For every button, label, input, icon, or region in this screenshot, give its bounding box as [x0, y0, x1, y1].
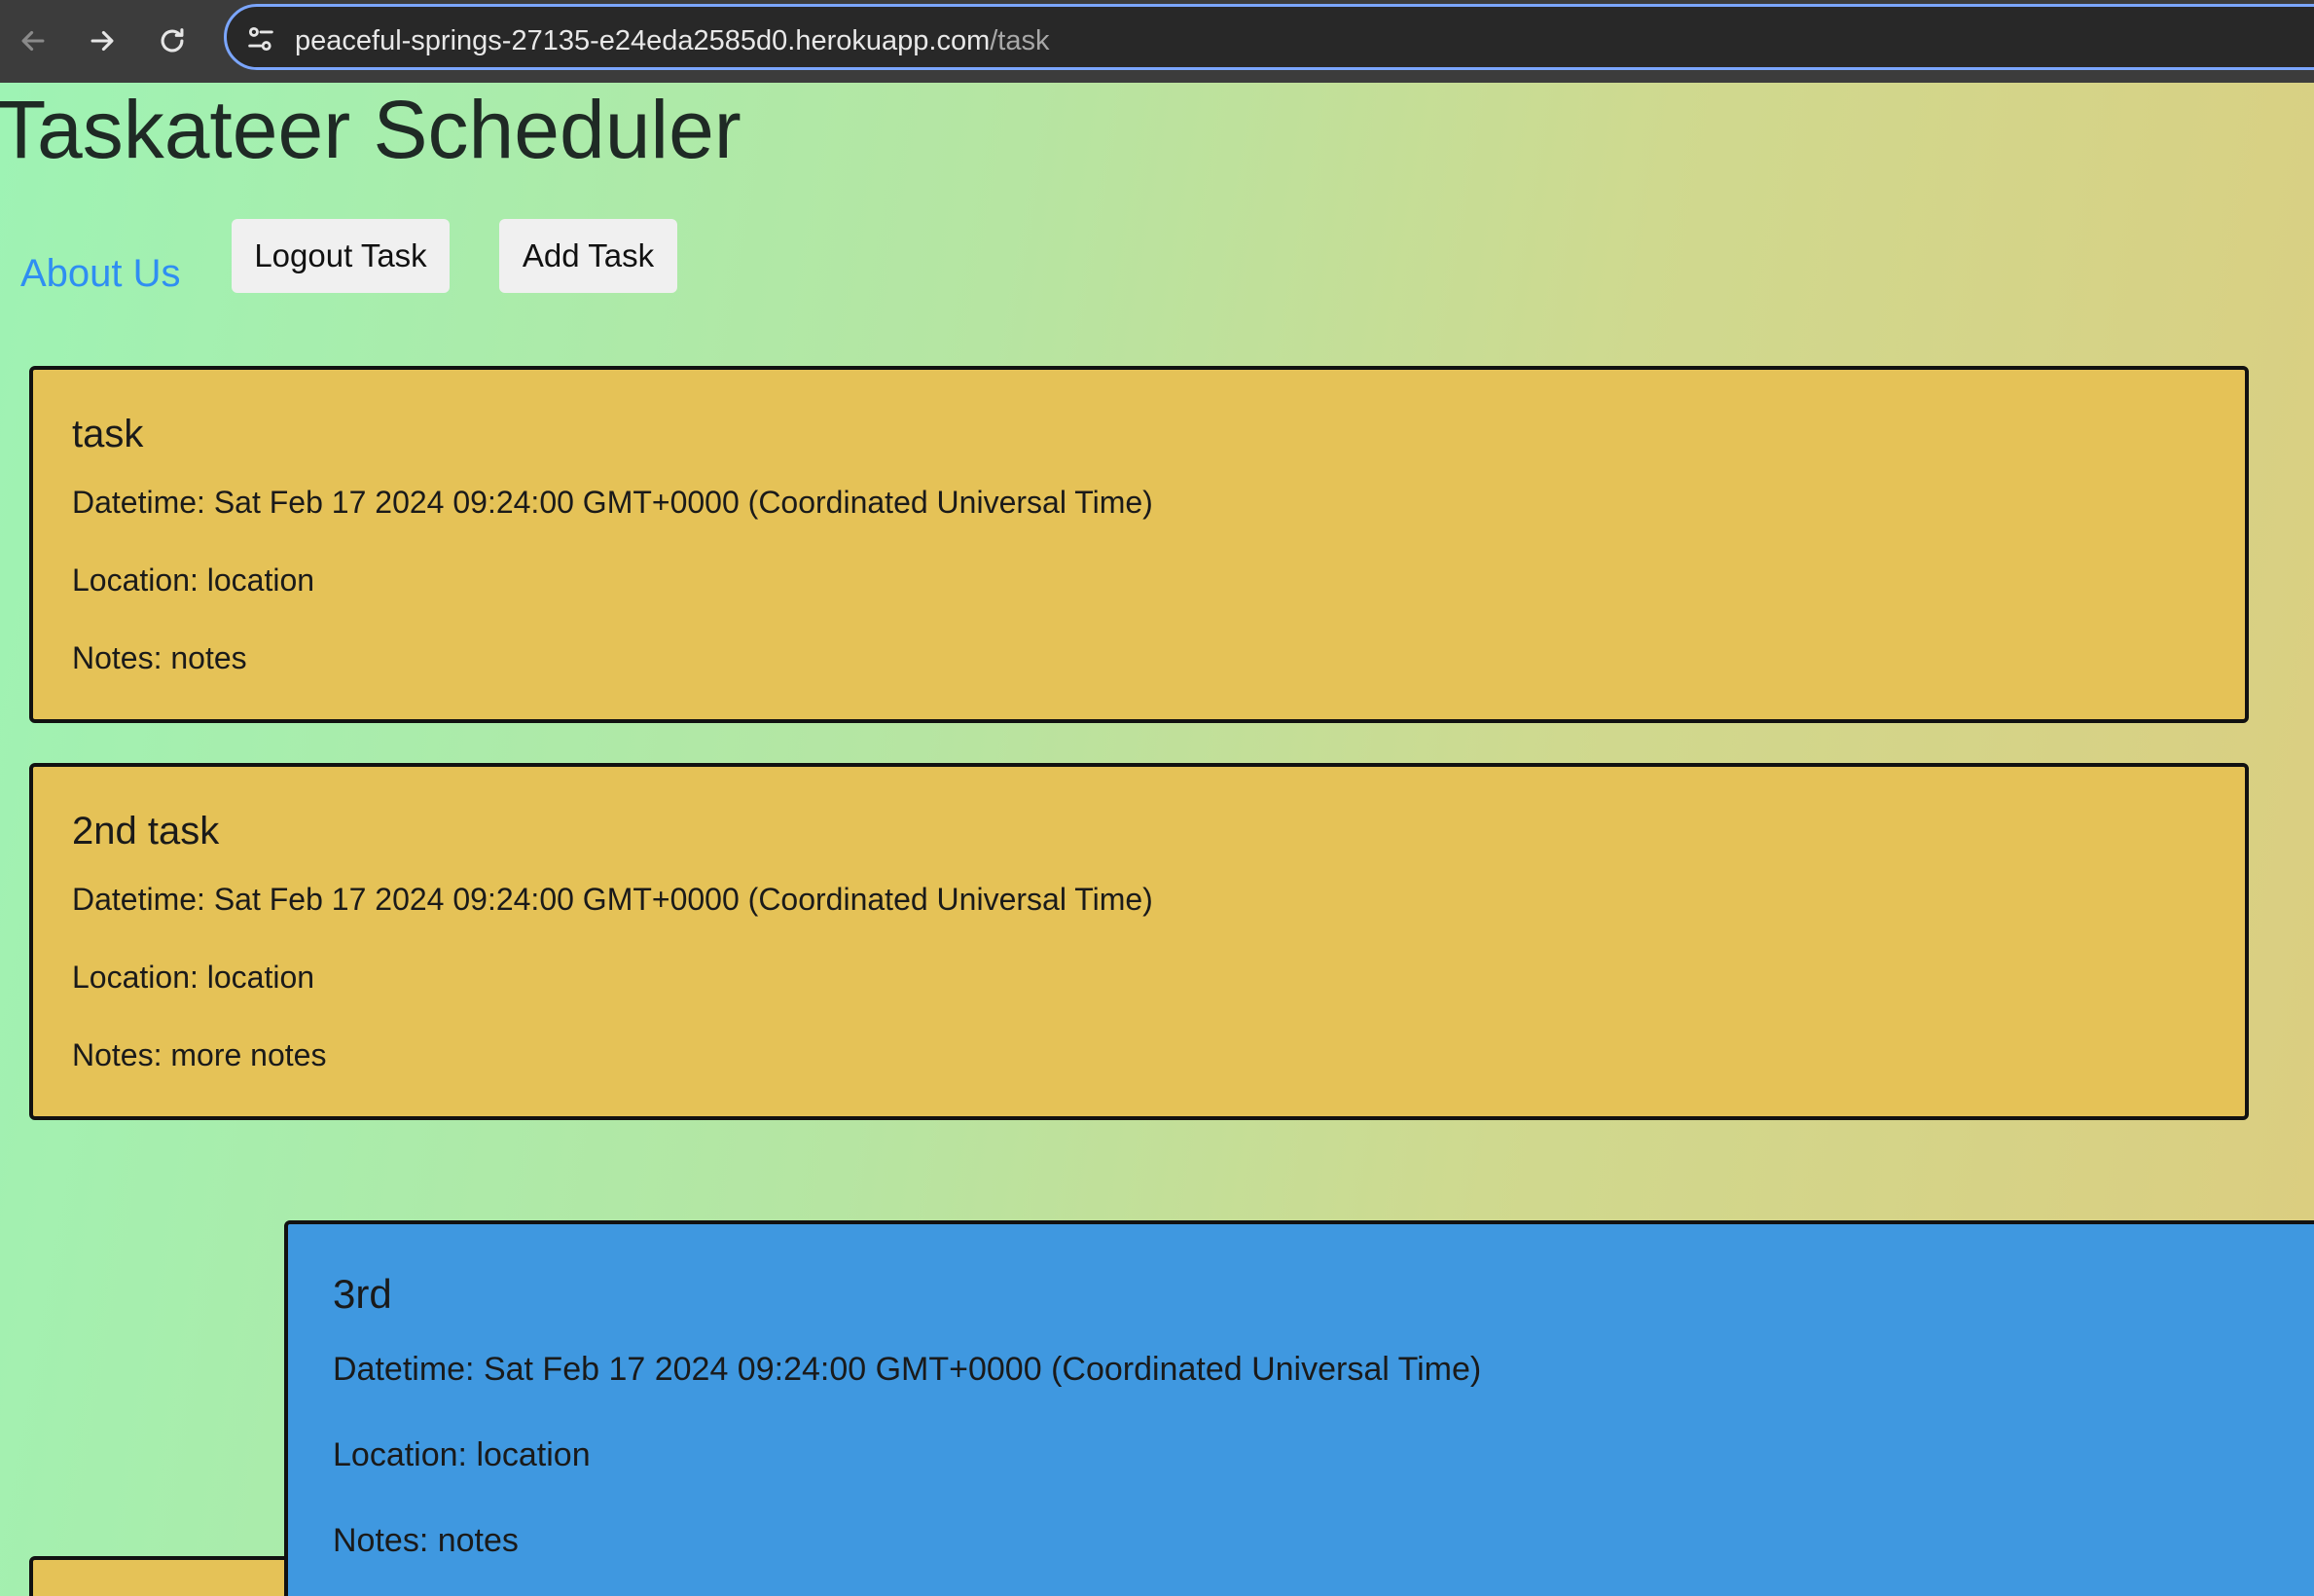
add-task-button[interactable]: Add Task	[499, 219, 677, 293]
back-button[interactable]	[8, 16, 58, 66]
reload-button[interactable]	[147, 16, 198, 66]
url-path: /task	[990, 25, 1050, 56]
task-title: 2nd task	[72, 810, 220, 852]
arrow-left-icon	[21, 30, 45, 52]
about-us-link[interactable]: About Us	[20, 252, 181, 296]
url-host: peaceful-springs-27135-e24eda2585d0.hero…	[295, 25, 991, 56]
task-location: Location: location	[72, 562, 315, 598]
address-bar[interactable]: peaceful-springs-27135-e24eda2585d0.hero…	[224, 4, 2314, 70]
task-card[interactable]: task Datetime: Sat Feb 17 2024 09:24:00 …	[29, 366, 2249, 723]
task-location: Location: location	[72, 960, 315, 995]
task-title: 3rd	[333, 1271, 392, 1317]
task-location: Location: location	[333, 1436, 591, 1473]
reload-icon	[161, 28, 184, 53]
task-notes: Notes: more notes	[72, 1037, 327, 1072]
forward-button[interactable]	[77, 16, 127, 66]
task-notes: Notes: notes	[72, 640, 247, 675]
task-datetime: Datetime: Sat Feb 17 2024 09:24:00 GMT+0…	[72, 882, 1153, 917]
page-content: Taskateer Scheduler About Us Logout Task…	[0, 83, 2314, 1596]
browser-toolbar: peaceful-springs-27135-e24eda2585d0.hero…	[0, 0, 2314, 83]
task-card-partial[interactable]	[29, 1556, 321, 1596]
task-card-highlighted[interactable]: 3rd Datetime: Sat Feb 17 2024 09:24:00 G…	[284, 1220, 2314, 1596]
task-datetime: Datetime: Sat Feb 17 2024 09:24:00 GMT+0…	[333, 1351, 1482, 1388]
task-card[interactable]: 2nd task Datetime: Sat Feb 17 2024 09:24…	[29, 763, 2249, 1120]
task-title: task	[72, 413, 144, 455]
arrow-right-icon	[90, 30, 114, 52]
tune-icon[interactable]	[244, 22, 277, 55]
logout-button[interactable]: Logout Task	[232, 219, 450, 293]
task-notes: Notes: notes	[333, 1522, 519, 1559]
task-datetime: Datetime: Sat Feb 17 2024 09:24:00 GMT+0…	[72, 485, 1153, 520]
page-title: Taskateer Scheduler	[0, 84, 741, 175]
url-text[interactable]: peaceful-springs-27135-e24eda2585d0.hero…	[295, 25, 1050, 57]
